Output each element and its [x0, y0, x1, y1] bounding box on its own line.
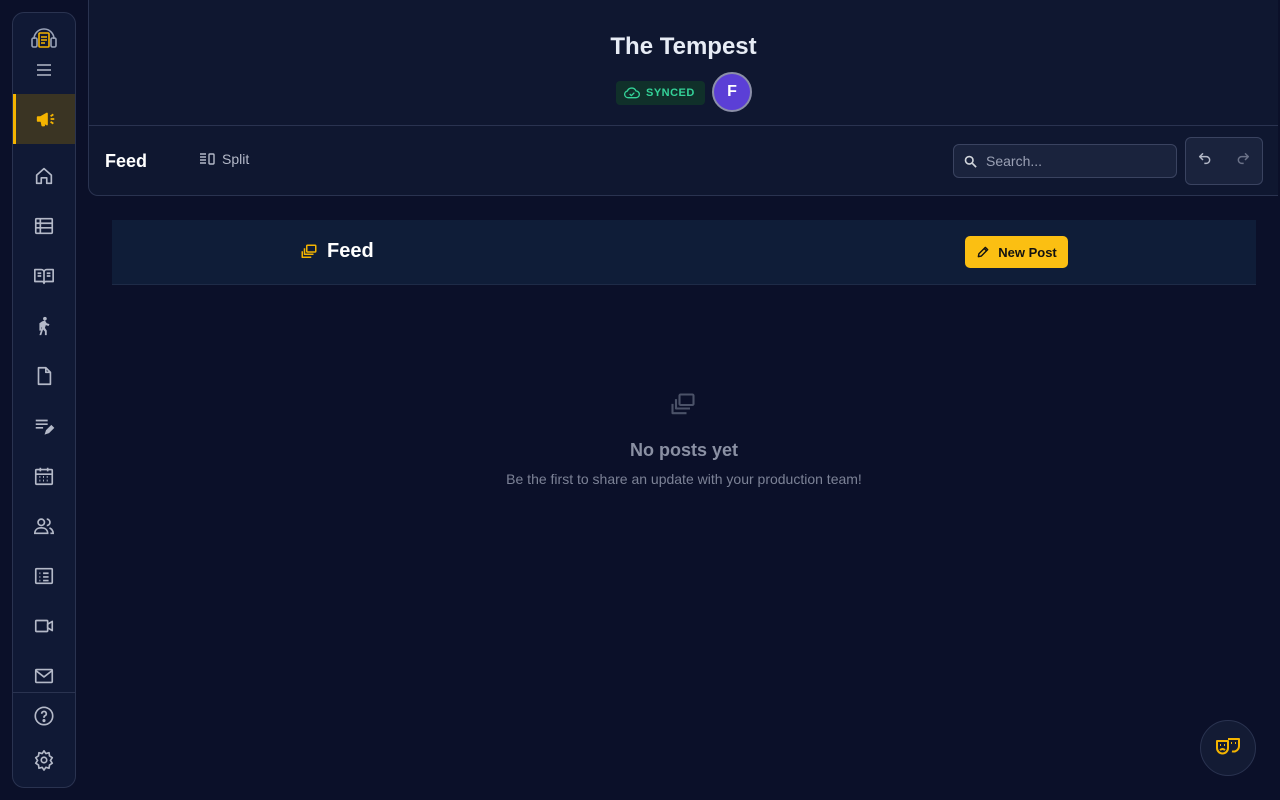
history-controls [1185, 137, 1263, 185]
undo-button[interactable] [1197, 150, 1213, 166]
sidebar-item-video[interactable] [13, 606, 75, 646]
search-box[interactable] [953, 144, 1177, 178]
feed-heading: Feed [300, 240, 374, 263]
sidebar-item-announcements[interactable] [13, 94, 75, 144]
pencil-icon [977, 246, 989, 258]
sidebar-item-script[interactable] [13, 256, 75, 296]
sync-status-badge: SYNCED [616, 81, 705, 105]
sync-status-label: SYNCED [646, 87, 695, 99]
app-logo[interactable] [13, 21, 75, 55]
mail-icon [34, 668, 54, 684]
user-avatar[interactable]: F [712, 72, 752, 112]
cloud-check-icon [624, 87, 640, 99]
project-header: The Tempest SYNCED F [89, 0, 1278, 126]
avatar-initial: F [727, 83, 737, 100]
new-post-label: New Post [998, 244, 1057, 260]
view-title: Feed [105, 151, 148, 171]
empty-state-title: No posts yet [629, 440, 739, 460]
list-icon [34, 567, 54, 585]
walking-person-icon [39, 316, 50, 336]
search-icon [964, 155, 977, 168]
empty-posts-icon [668, 391, 698, 424]
sidebar-item-blocking[interactable] [13, 306, 75, 346]
megaphone-icon [36, 112, 54, 127]
document-icon [37, 366, 52, 386]
sidebar-item-documents[interactable] [13, 356, 75, 396]
people-icon [34, 518, 54, 535]
video-icon [34, 619, 54, 633]
sidebar [12, 12, 76, 788]
sidebar-item-home[interactable] [13, 156, 75, 196]
new-post-button[interactable]: New Post [965, 236, 1068, 268]
home-icon [35, 167, 53, 185]
hamburger-icon [37, 64, 51, 76]
feed-title: Feed [327, 240, 374, 262]
app-header: The Tempest SYNCED F Feed Split [88, 0, 1278, 196]
settings-icon [34, 750, 54, 771]
edit-list-icon [35, 419, 55, 435]
help-icon [34, 706, 54, 726]
menu-toggle-button[interactable] [13, 59, 75, 81]
redo-icon [1237, 152, 1250, 165]
sidebar-item-table[interactable] [13, 206, 75, 246]
split-view-icon [200, 153, 215, 165]
feed-header: Feed New Post [112, 220, 1256, 285]
theater-assistant-button[interactable] [1200, 720, 1256, 776]
sidebar-item-people[interactable] [13, 506, 75, 546]
search-input[interactable] [986, 153, 1156, 169]
sidebar-item-settings[interactable] [13, 742, 75, 778]
book-icon [34, 268, 54, 285]
sidebar-item-mail[interactable] [13, 656, 75, 696]
split-view-label: Split [222, 151, 250, 167]
theater-masks-icon [1216, 738, 1241, 755]
sidebar-divider [13, 692, 75, 693]
undo-icon [1198, 152, 1211, 165]
redo-button[interactable] [1235, 150, 1251, 166]
split-view-button[interactable]: Split [199, 151, 249, 167]
sidebar-item-help[interactable] [13, 698, 75, 734]
stacked-posts-icon [301, 244, 317, 258]
sidebar-item-list[interactable] [13, 556, 75, 596]
headphones-logo-icon [31, 28, 57, 48]
view-toolbar: Feed Split [89, 127, 1278, 195]
project-title: The Tempest [610, 33, 757, 60]
table-icon [34, 217, 54, 235]
empty-state-subtitle: Be the first to share an update with you… [506, 471, 862, 487]
